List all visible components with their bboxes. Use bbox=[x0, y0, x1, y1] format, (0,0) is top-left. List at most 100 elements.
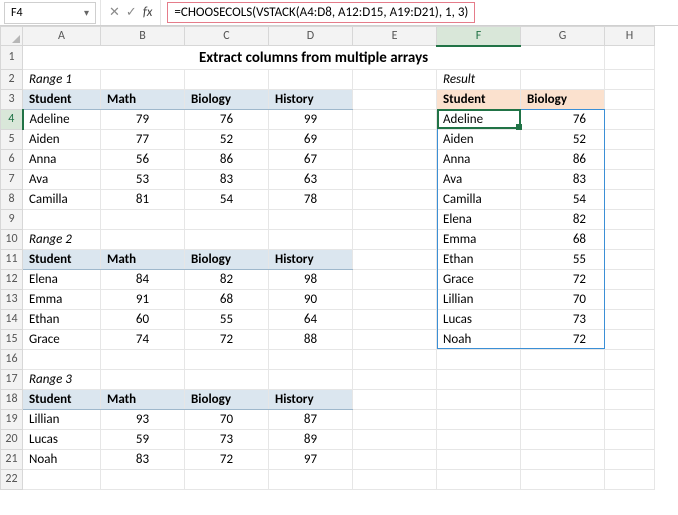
cell[interactable] bbox=[185, 469, 269, 489]
cell[interactable] bbox=[353, 209, 437, 229]
range1-hdr-biology[interactable]: Biology bbox=[185, 89, 269, 109]
cell[interactable] bbox=[353, 229, 437, 249]
cell[interactable] bbox=[353, 349, 437, 369]
row-header[interactable]: 4 bbox=[1, 109, 23, 129]
cell-num[interactable]: 98 bbox=[269, 269, 353, 289]
cell-num[interactable]: 53 bbox=[101, 169, 185, 189]
result-student[interactable]: Adeline bbox=[437, 109, 521, 129]
range2-hdr-biology[interactable]: Biology bbox=[185, 249, 269, 269]
cell[interactable] bbox=[605, 149, 655, 169]
cell[interactable] bbox=[605, 209, 655, 229]
row-header[interactable]: 7 bbox=[1, 169, 23, 189]
range1-hdr-history[interactable]: History bbox=[269, 89, 353, 109]
range3-hdr-biology[interactable]: Biology bbox=[185, 389, 269, 409]
cell[interactable] bbox=[353, 329, 437, 349]
cell[interactable] bbox=[521, 69, 605, 89]
range3-hdr-history[interactable]: History bbox=[269, 389, 353, 409]
cell-num[interactable]: 76 bbox=[185, 109, 269, 129]
row-header[interactable]: 8 bbox=[1, 189, 23, 209]
range1-label[interactable]: Range 1 bbox=[23, 69, 101, 89]
cell-num[interactable]: 52 bbox=[185, 129, 269, 149]
cell[interactable] bbox=[353, 309, 437, 329]
cell-num[interactable]: 97 bbox=[269, 449, 353, 469]
range2-label[interactable]: Range 2 bbox=[23, 229, 101, 249]
cell[interactable] bbox=[353, 429, 437, 449]
cell-num[interactable]: 54 bbox=[185, 189, 269, 209]
cell-num[interactable]: 83 bbox=[185, 169, 269, 189]
cell[interactable] bbox=[605, 269, 655, 289]
row-header[interactable]: 13 bbox=[1, 289, 23, 309]
cell-num[interactable]: 67 bbox=[269, 149, 353, 169]
result-student[interactable]: Ethan bbox=[437, 249, 521, 269]
cell[interactable] bbox=[437, 469, 521, 489]
cell-num[interactable]: 99 bbox=[269, 109, 353, 129]
cell[interactable] bbox=[353, 369, 437, 389]
cell[interactable] bbox=[605, 409, 655, 429]
col-header-B[interactable]: B bbox=[101, 27, 185, 46]
range3-label[interactable]: Range 3 bbox=[23, 369, 101, 389]
accept-formula-icon[interactable]: ✓ bbox=[126, 5, 137, 20]
cell[interactable] bbox=[605, 289, 655, 309]
cell-student[interactable]: Anna bbox=[23, 149, 101, 169]
cell[interactable] bbox=[605, 229, 655, 249]
cell[interactable] bbox=[353, 189, 437, 209]
cell-num[interactable]: 77 bbox=[101, 129, 185, 149]
cell[interactable] bbox=[101, 229, 185, 249]
cell-num[interactable]: 73 bbox=[185, 429, 269, 449]
cell[interactable] bbox=[605, 329, 655, 349]
grid[interactable]: A B C D E F G H 1 Extract columns from m… bbox=[0, 26, 655, 490]
result-biology[interactable]: 83 bbox=[521, 169, 605, 189]
cell-student[interactable]: Noah bbox=[23, 449, 101, 469]
cell-student[interactable]: Ethan bbox=[23, 309, 101, 329]
cell-num[interactable]: 69 bbox=[269, 129, 353, 149]
cell[interactable] bbox=[353, 409, 437, 429]
cell[interactable] bbox=[353, 269, 437, 289]
row-header[interactable]: 1 bbox=[1, 46, 23, 70]
row-header[interactable]: 11 bbox=[1, 249, 23, 269]
cell[interactable] bbox=[101, 69, 185, 89]
cell-student[interactable]: Adeline bbox=[23, 109, 101, 129]
cell[interactable] bbox=[353, 129, 437, 149]
cell-student[interactable]: Grace bbox=[23, 329, 101, 349]
range3-hdr-math[interactable]: Math bbox=[101, 389, 185, 409]
title-cell[interactable]: Extract columns from multiple arrays bbox=[23, 46, 605, 70]
result-biology[interactable]: 72 bbox=[521, 269, 605, 289]
result-student[interactable]: Aiden bbox=[437, 129, 521, 149]
cell-num[interactable]: 81 bbox=[101, 189, 185, 209]
cell[interactable] bbox=[437, 429, 521, 449]
cell-num[interactable]: 74 bbox=[101, 329, 185, 349]
cell[interactable] bbox=[353, 289, 437, 309]
cell[interactable] bbox=[605, 389, 655, 409]
result-student[interactable]: Anna bbox=[437, 149, 521, 169]
cell-student[interactable]: Lillian bbox=[23, 409, 101, 429]
cell[interactable] bbox=[353, 449, 437, 469]
result-biology[interactable]: 54 bbox=[521, 189, 605, 209]
cell[interactable] bbox=[605, 69, 655, 89]
cell-student[interactable]: Emma bbox=[23, 289, 101, 309]
cell[interactable] bbox=[185, 229, 269, 249]
row-header[interactable]: 9 bbox=[1, 209, 23, 229]
cell-num[interactable]: 86 bbox=[185, 149, 269, 169]
result-student[interactable]: Emma bbox=[437, 229, 521, 249]
cell[interactable] bbox=[353, 389, 437, 409]
insert-function-icon[interactable]: fx bbox=[143, 5, 153, 20]
cell-student[interactable]: Lucas bbox=[23, 429, 101, 449]
range1-hdr-math[interactable]: Math bbox=[101, 89, 185, 109]
cell[interactable] bbox=[521, 389, 605, 409]
cell-student[interactable]: Elena bbox=[23, 269, 101, 289]
cell-student[interactable]: Camilla bbox=[23, 189, 101, 209]
range2-hdr-math[interactable]: Math bbox=[101, 249, 185, 269]
cell[interactable] bbox=[521, 409, 605, 429]
col-header-E[interactable]: E bbox=[353, 27, 437, 46]
row-header[interactable]: 22 bbox=[1, 469, 23, 489]
cell[interactable] bbox=[605, 249, 655, 269]
cell[interactable] bbox=[437, 449, 521, 469]
cell[interactable] bbox=[605, 189, 655, 209]
row-header[interactable]: 19 bbox=[1, 409, 23, 429]
cell[interactable] bbox=[23, 469, 101, 489]
cell-num[interactable]: 84 bbox=[101, 269, 185, 289]
cell-num[interactable]: 87 bbox=[269, 409, 353, 429]
cell[interactable] bbox=[605, 469, 655, 489]
range2-hdr-student[interactable]: Student bbox=[23, 249, 101, 269]
cell-num[interactable]: 60 bbox=[101, 309, 185, 329]
